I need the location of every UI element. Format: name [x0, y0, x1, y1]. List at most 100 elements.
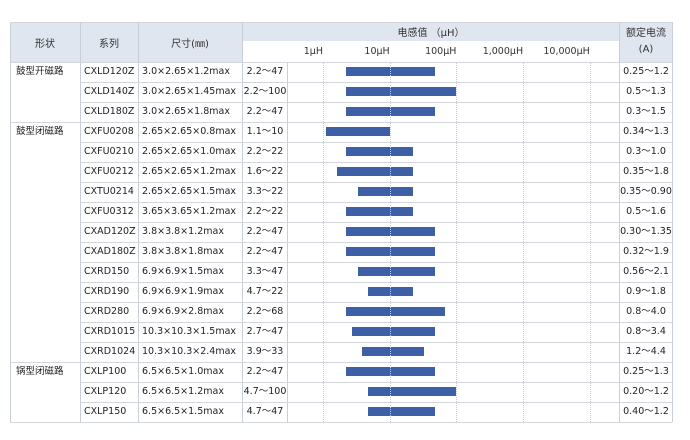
current-cell: 0.56～2.1 — [623, 266, 669, 277]
header-size: 尺寸(㎜) — [171, 38, 209, 50]
table-row: CXAD180Z 3.8×3.8×1.8max 2.2～47 0.32～1.9 — [10, 242, 672, 262]
range-cell: 2.2～47 — [246, 366, 284, 377]
inductance-range-bar — [345, 207, 413, 216]
series-cell: CXRD1015 — [84, 326, 136, 337]
table-row: CXLD120Z 3.0×2.65×1.2max 2.2～47 0.25～1.2 — [10, 62, 672, 82]
size-cell: 6.5×6.5×1.0max — [142, 366, 224, 377]
table-row: CXTU0214 2.65×2.65×1.5max 3.3～22 0.35～0.90 — [10, 182, 672, 202]
inductance-range-bar — [345, 147, 413, 156]
scale-label: 1μH — [303, 46, 323, 57]
range-cell: 2.2～100 — [243, 86, 287, 97]
row-divider — [80, 142, 672, 143]
table-row: CXFU0210 2.65×2.65×1.0max 2.2～22 0.3～1.0 — [10, 142, 672, 162]
series-cell: CXFU0210 — [84, 146, 134, 157]
inductance-range-bar — [357, 187, 413, 196]
series-cell: CXFU0212 — [84, 166, 134, 177]
size-cell: 3.65×3.65×1.2max — [142, 206, 237, 217]
header-inductance: 电感值 （μH） — [397, 28, 465, 39]
current-cell: 0.3～1.5 — [626, 106, 666, 117]
row-divider — [80, 382, 672, 383]
scale-label: 10,000μH — [543, 46, 590, 57]
size-cell: 6.9×6.9×1.9max — [142, 286, 224, 297]
header-current: 额定电流 (A) — [620, 22, 672, 62]
inductance-range-bar — [357, 267, 435, 276]
row-divider — [80, 262, 672, 263]
header-current-label: 额定电流 — [626, 28, 666, 39]
range-cell: 3.3～22 — [246, 186, 284, 197]
row-divider — [10, 62, 672, 63]
range-cell: 4.7～22 — [246, 286, 284, 297]
row-divider — [10, 122, 672, 123]
range-cell: 3.3～47 — [246, 266, 284, 277]
header-current-unit: (A) — [638, 44, 654, 55]
row-divider — [10, 422, 672, 423]
size-cell: 10.3×10.3×2.4max — [142, 346, 237, 357]
current-cell: 0.35～0.90 — [620, 186, 672, 197]
table-row: CXLP150 6.5×6.5×1.5max 4.7～47 0.40～1.2 — [10, 402, 672, 422]
range-cell: 2.2～47 — [246, 246, 284, 257]
current-cell: 0.9～1.8 — [626, 286, 666, 297]
current-cell: 0.35～1.8 — [623, 166, 669, 177]
series-cell: CXLD180Z — [84, 106, 135, 117]
range-cell: 2.2～47 — [246, 106, 284, 117]
series-cell: CXAD120Z — [84, 226, 136, 237]
inductance-range-bar — [325, 127, 390, 136]
series-cell: CXRD280 — [84, 306, 130, 317]
shape-group-label: 鼓型开磁路 — [16, 66, 64, 77]
size-cell: 6.5×6.5×1.5max — [142, 406, 224, 417]
row-divider — [80, 82, 672, 83]
size-cell: 3.0×2.65×1.8max — [142, 106, 230, 117]
series-cell: CXRD150 — [84, 266, 130, 277]
current-cell: 0.32～1.9 — [623, 246, 669, 257]
range-cell: 2.2～22 — [246, 146, 284, 157]
series-cell: CXLP150 — [84, 406, 127, 417]
shape-group-label: 鼓型闭磁路 — [16, 126, 64, 137]
table-row: CXRD190 6.9×6.9×1.9max 4.7～22 0.9～1.8 — [10, 282, 672, 302]
table-row: CXLP100 6.5×6.5×1.0max 2.2～47 0.25～1.3 — [10, 362, 672, 382]
inductor-spec-table: 形状 系列 尺寸(㎜) 电感值 （μH） 额定电流 (A) 1μH 10μH 100… — [10, 22, 673, 423]
header-shape: 形状 — [35, 38, 55, 50]
table-row: CXLP120 6.5×6.5×1.2max 4.7～100 0.20～1.2 — [10, 382, 672, 402]
size-cell: 3.0×2.65×1.2max — [142, 66, 230, 77]
inductance-range-bar — [336, 167, 413, 176]
row-divider — [80, 282, 672, 283]
current-cell: 0.40～1.2 — [623, 406, 669, 417]
range-cell: 1.1～10 — [246, 126, 284, 137]
series-cell: CXAD180Z — [84, 246, 136, 257]
current-cell: 0.8～3.4 — [626, 326, 666, 337]
current-cell: 0.30～1.35 — [620, 226, 672, 237]
range-cell: 4.7～100 — [243, 386, 287, 397]
current-cell: 0.5～1.3 — [626, 86, 666, 97]
column-divider — [672, 22, 673, 422]
range-cell: 3.9～33 — [246, 346, 284, 357]
table-row: CXLD140Z 3.0×2.65×1.45max 2.2～100 0.5～1.3 — [10, 82, 672, 102]
table-row: CXRD280 6.9×6.9×2.8max 2.2～68 0.8～4.0 — [10, 302, 672, 322]
table-row: CXRD1024 10.3×10.3×2.4max 3.9～33 1.2～4.4 — [10, 342, 672, 362]
range-cell: 2.2～22 — [246, 206, 284, 217]
current-cell: 0.34～1.3 — [623, 126, 669, 137]
inductance-range-bar — [367, 387, 457, 396]
inductance-range-bar — [367, 407, 435, 416]
row-divider — [80, 402, 672, 403]
series-cell: CXLP120 — [84, 386, 127, 397]
row-divider — [80, 162, 672, 163]
row-divider — [10, 362, 672, 363]
series-cell: CXTU0214 — [84, 186, 134, 197]
size-cell: 3.0×2.65×1.45max — [142, 86, 237, 97]
current-cell: 0.3～1.0 — [626, 146, 666, 157]
size-cell: 6.9×6.9×1.5max — [142, 266, 224, 277]
current-cell: 0.8～4.0 — [626, 306, 666, 317]
range-cell: 2.7～47 — [246, 326, 284, 337]
range-cell: 4.7～47 — [246, 406, 284, 417]
table-row: CXFU0208 2.65×2.65×0.8max 1.1～10 0.34～1.3 — [10, 122, 672, 142]
series-cell: CXLD140Z — [84, 86, 135, 97]
size-cell: 2.65×2.65×0.8max — [142, 126, 237, 137]
table-row: CXRD1015 10.3×10.3×1.5max 2.7～47 0.8～3.4 — [10, 322, 672, 342]
current-cell: 0.5～1.6 — [626, 206, 666, 217]
shape-group-label: 锅型闭磁路 — [16, 366, 64, 377]
row-divider — [80, 222, 672, 223]
row-divider — [10, 22, 672, 23]
current-cell: 1.2～4.4 — [626, 346, 666, 357]
scale-label: 100μH — [425, 46, 457, 57]
table-row: CXLD180Z 3.0×2.65×1.8max 2.2～47 0.3～1.5 — [10, 102, 672, 122]
